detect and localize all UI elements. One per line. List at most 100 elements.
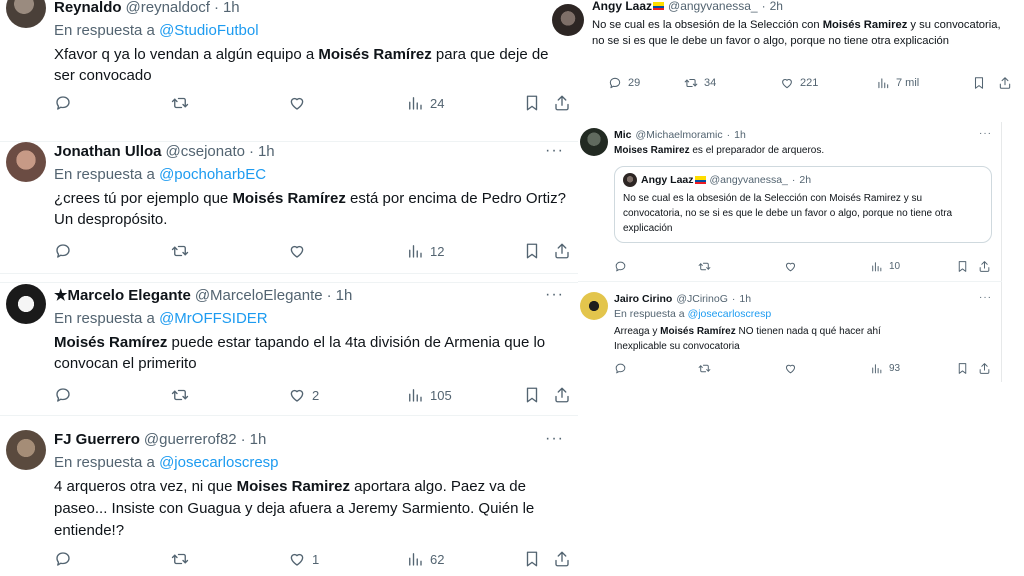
avatar[interactable] (6, 284, 46, 324)
author-handle[interactable]: @Michaelmoramic (636, 128, 723, 142)
reply-button[interactable] (54, 242, 72, 260)
tweet-jairo-cirino[interactable]: Jairo Cirino @JCirinoG · 1h ··· En respu… (578, 284, 1002, 382)
like-button[interactable] (784, 260, 797, 273)
retweet-button[interactable] (171, 242, 189, 260)
retweet-button[interactable] (171, 550, 189, 568)
more-dots-icon[interactable]: ··· (545, 430, 564, 448)
avatar[interactable] (6, 430, 46, 470)
tweet-mic[interactable]: Mic @Michaelmoramic · 1h ··· Moises Rami… (578, 122, 1002, 282)
reply-to-link[interactable]: @pochoharbEC (159, 166, 266, 183)
avatar[interactable] (580, 292, 608, 320)
text-part: Arreaga y (614, 326, 661, 337)
retweet-button[interactable] (698, 362, 711, 375)
tweet-text: 4 arqueros otra vez, ni que Moises Ramir… (54, 476, 568, 542)
views-button[interactable]: 105 (406, 386, 452, 404)
views-button[interactable]: 12 (406, 242, 444, 260)
like-button[interactable] (784, 362, 797, 375)
reply-icon (614, 362, 627, 375)
timestamp[interactable]: 1h (223, 0, 240, 18)
reply-prefix: En respuesta a (54, 22, 155, 39)
tweet-marcelo[interactable]: ★Marcelo Elegante @MarceloElegante · 1h … (0, 272, 578, 416)
more-dots-icon[interactable]: ··· (545, 286, 564, 304)
reply-to-link[interactable]: @josecarloscresp (688, 308, 772, 320)
share-button[interactable] (553, 94, 571, 112)
share-button[interactable] (978, 260, 991, 273)
reply-button[interactable] (54, 386, 72, 404)
text-part: ¿crees tú por ejemplo que (54, 190, 233, 207)
author-name[interactable]: Reynaldo (54, 0, 122, 18)
author-handle[interactable]: @guerrerof82 (144, 430, 237, 450)
reply-button[interactable] (614, 362, 627, 375)
quoted-tweet[interactable]: Angy Laaz @angyvanessa_ · 2h No se cual … (614, 166, 992, 243)
like-button[interactable]: 221 (780, 76, 818, 90)
bookmark-button[interactable] (523, 94, 541, 112)
share-button[interactable] (978, 362, 991, 375)
author-name[interactable]: FJ Guerrero (54, 430, 140, 450)
retweet-button[interactable] (698, 260, 711, 273)
retweet-button[interactable]: 34 (684, 76, 716, 90)
views-button[interactable]: 24 (406, 94, 444, 112)
author-name[interactable]: Angy Laaz (592, 0, 652, 14)
author-name[interactable]: ★Marcelo Elegante (54, 286, 191, 306)
views-button[interactable]: 62 (406, 550, 444, 568)
avatar[interactable] (552, 4, 584, 36)
reply-button[interactable]: 29 (608, 76, 640, 90)
views-button[interactable]: 10 (870, 260, 900, 273)
share-button[interactable] (553, 550, 571, 568)
author-handle[interactable]: @reynaldocf (126, 0, 210, 18)
share-button[interactable] (998, 76, 1012, 90)
tweet-actions: 24 (54, 92, 568, 114)
reply-button[interactable] (614, 260, 627, 273)
avatar[interactable] (6, 142, 46, 182)
bookmark-icon (523, 386, 541, 404)
author-handle[interactable]: @MarceloElegante (195, 286, 323, 306)
author-name[interactable]: Jonathan Ulloa (54, 142, 162, 162)
like-button[interactable]: 2 (288, 386, 319, 404)
reply-to-link[interactable]: @MrOFFSIDER (159, 310, 268, 327)
reply-button[interactable] (54, 94, 72, 112)
bookmark-button[interactable] (956, 260, 969, 273)
author-name[interactable]: Mic (614, 128, 632, 142)
tweet-jonathan[interactable]: Jonathan Ulloa @csejonato · 1h ··· En re… (0, 130, 578, 274)
share-button[interactable] (553, 386, 571, 404)
author-name[interactable]: Jairo Cirino (614, 292, 672, 306)
author-handle[interactable]: @JCirinoG (676, 292, 728, 306)
more-dots-icon[interactable]: ··· (545, 142, 564, 160)
tweet-angy-laaz[interactable]: Angy Laaz @angyvanessa_ · 2h No se cual … (552, 0, 1024, 100)
bookmark-button[interactable] (523, 386, 541, 404)
like-button[interactable] (288, 242, 312, 260)
bookmark-button[interactable] (523, 550, 541, 568)
author-handle[interactable]: @csejonato (166, 142, 245, 162)
views-button[interactable]: 7 mil (876, 76, 919, 90)
views-chart-icon (876, 76, 890, 90)
tweet-fj-guerrero[interactable]: FJ Guerrero @guerrerof82 · 1h ··· En res… (0, 416, 578, 560)
timestamp[interactable]: 1h (250, 430, 267, 450)
avatar[interactable] (6, 0, 46, 28)
timestamp[interactable]: 1h (336, 286, 353, 306)
text-part: NO tienen nada q qué hacer ahí (735, 326, 881, 337)
timestamp[interactable]: 1h (739, 292, 751, 306)
share-button[interactable] (553, 242, 571, 260)
like-button[interactable] (288, 94, 312, 112)
bookmark-button[interactable] (523, 242, 541, 260)
reply-to-link[interactable]: @StudioFutbol (159, 22, 258, 39)
bookmark-button[interactable] (972, 76, 986, 90)
reply-to-link[interactable]: @josecarloscresp (159, 454, 278, 471)
retweet-button[interactable] (171, 94, 189, 112)
like-button[interactable]: 1 (288, 550, 319, 568)
timestamp[interactable]: 2h (770, 0, 783, 14)
reply-context: En respuesta a @StudioFutbol (54, 21, 568, 41)
timestamp[interactable]: 1h (734, 128, 746, 142)
tweet-reynaldo[interactable]: Reynaldo @reynaldocf · 1h En respuesta a… (0, 0, 578, 142)
author-handle[interactable]: @angyvanessa_ (668, 0, 758, 14)
more-dots-icon[interactable]: ··· (979, 128, 992, 139)
view-count: 12 (430, 243, 445, 259)
text-part: 4 arqueros otra vez, ni que (54, 478, 237, 495)
timestamp[interactable]: 1h (258, 142, 275, 162)
retweet-button[interactable] (171, 386, 189, 404)
views-button[interactable]: 93 (870, 362, 900, 375)
bookmark-button[interactable] (956, 362, 969, 375)
more-dots-icon[interactable]: ··· (979, 292, 992, 303)
reply-button[interactable] (54, 550, 72, 568)
avatar[interactable] (580, 128, 608, 156)
